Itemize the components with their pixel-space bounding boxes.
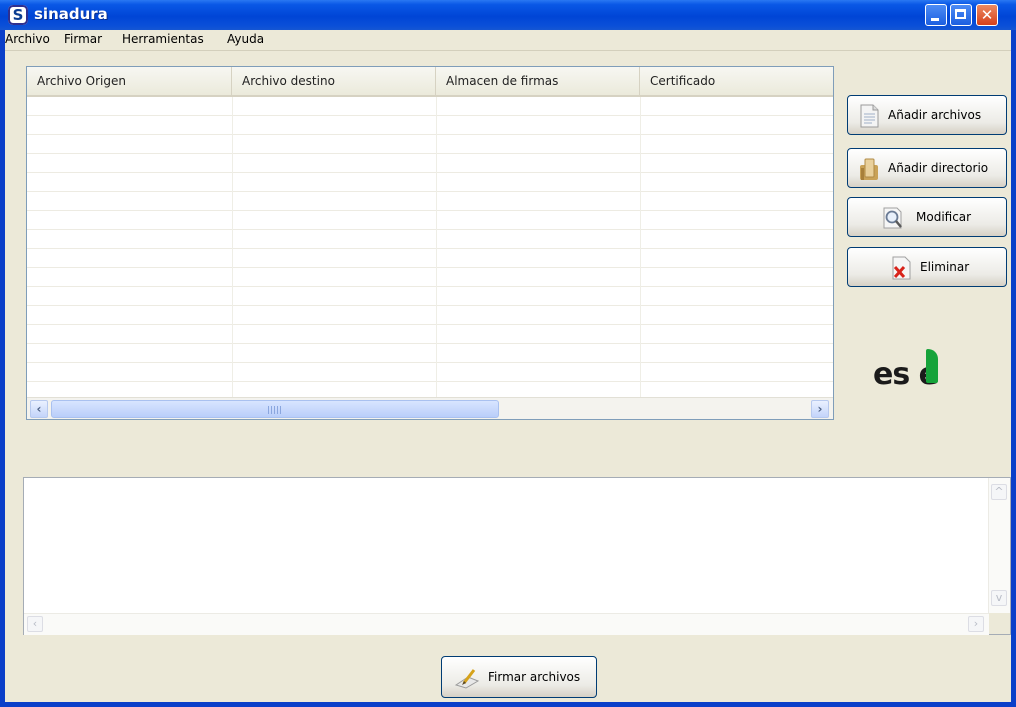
maximize-icon [955,9,966,19]
scroll-thumb[interactable] [51,400,499,418]
add-directory-label: Añadir directorio [888,161,989,175]
table-row[interactable] [27,268,833,287]
scroll-left-button[interactable]: ‹ [30,400,48,418]
magnifier-icon [883,207,902,229]
column-divider [436,97,437,397]
sign-files-button[interactable]: Firmar archivos [441,656,597,698]
folder-icon [860,158,878,180]
leaf-icon [926,349,938,383]
menu-herramientas[interactable]: Herramientas [122,32,204,46]
menu-firmar[interactable]: Firmar [64,32,102,46]
table-row[interactable] [27,135,833,154]
scroll-right-button[interactable]: › [811,400,829,418]
grip-icon [268,406,282,414]
files-table[interactable]: Archivo Origen Archivo destino Almacen d… [26,66,834,420]
scroll-left-button[interactable]: ‹ [27,616,43,632]
table-horizontal-scrollbar[interactable]: ‹ › [27,397,833,419]
close-icon: ✕ [980,6,994,24]
maximize-button[interactable] [950,4,972,26]
table-row[interactable] [27,363,833,382]
app-window: S sinadura ✕ Archivo Firmar Herramientas… [0,0,1016,707]
menu-ayuda[interactable]: Ayuda [227,32,264,46]
log-textarea[interactable]: ^ v ‹ › [23,477,1011,635]
window-title: sinadura [34,5,108,23]
delete-label: Eliminar [920,260,970,274]
scroll-up-button[interactable]: ^ [991,484,1007,500]
column-header-archivo-destino[interactable]: Archivo destino [232,67,436,95]
table-body[interactable] [27,97,833,401]
close-button[interactable]: ✕ [976,4,998,26]
table-row[interactable] [27,249,833,268]
table-row[interactable] [27,97,833,116]
scroll-down-button[interactable]: v [991,590,1007,606]
table-header: Archivo Origen Archivo destino Almacen d… [27,67,833,97]
table-row[interactable] [27,211,833,230]
delete-document-icon [892,256,911,280]
sign-pen-icon [454,669,480,689]
table-row[interactable] [27,154,833,173]
table-row[interactable] [27,230,833,249]
column-divider [232,97,233,397]
log-horizontal-scrollbar[interactable]: ‹ › [24,613,989,635]
table-row[interactable] [27,116,833,135]
table-row[interactable] [27,325,833,344]
modify-label: Modificar [916,210,972,224]
column-header-archivo-origen[interactable]: Archivo Origen [27,67,232,95]
minimize-button[interactable] [925,4,947,26]
column-divider [640,97,641,397]
log-vertical-scrollbar[interactable]: ^ v [988,478,1010,613]
table-row[interactable] [27,192,833,211]
minimize-icon [931,18,939,21]
delete-button[interactable]: Eliminar [847,247,1007,287]
scroll-right-button[interactable]: › [968,616,984,632]
modify-button[interactable]: Modificar [847,197,1007,237]
esle-logo: es e [873,349,983,399]
add-directory-button[interactable]: Añadir directorio [847,148,1007,188]
table-row[interactable] [27,287,833,306]
add-files-button[interactable]: Añadir archivos [847,95,1007,135]
table-row[interactable] [27,306,833,325]
table-row[interactable] [27,344,833,363]
app-icon: S [8,5,28,25]
column-header-certificado[interactable]: Certificado [640,67,833,95]
menu-archivo[interactable]: Archivo [5,32,50,46]
menu-bar: Archivo Firmar Herramientas Ayuda [5,30,1011,51]
scroll-corner [989,613,1010,634]
table-row[interactable] [27,173,833,192]
document-icon [860,104,879,128]
title-bar[interactable]: S sinadura ✕ [0,0,1016,30]
add-files-label: Añadir archivos [888,108,982,122]
column-header-almacen-de-firmas[interactable]: Almacen de firmas [436,67,640,95]
sign-files-label: Firmar archivos [488,670,581,684]
